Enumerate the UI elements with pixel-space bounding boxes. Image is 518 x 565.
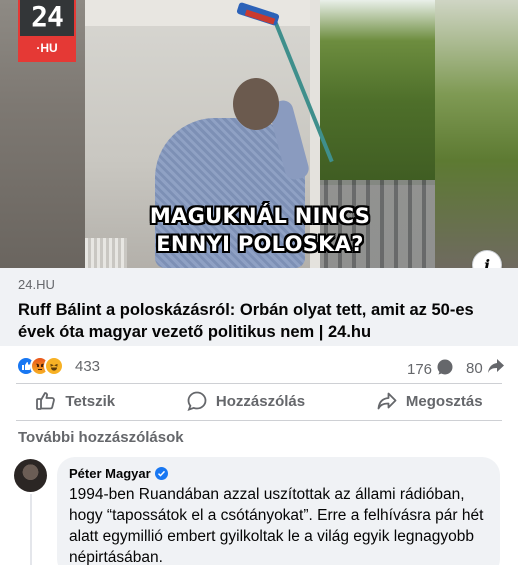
share-count-value: 80 <box>466 359 483 377</box>
like-button[interactable]: Tetszik <box>15 384 135 418</box>
reaction-icons[interactable] <box>16 356 64 376</box>
haha-icon <box>44 356 64 376</box>
reaction-count[interactable]: 433 <box>75 358 100 375</box>
link-headline[interactable]: Ruff Bálint a poloskázásról: Orbán olyat… <box>18 299 500 343</box>
comment-button-label: Hozzászólás <box>215 392 306 410</box>
share-arrow-icon <box>487 358 505 378</box>
comment-icon <box>186 390 208 412</box>
avatar[interactable] <box>14 459 47 492</box>
share-icon <box>376 390 398 412</box>
comment-author-name[interactable]: Péter Magyar <box>69 465 151 482</box>
share-button-label: Megosztás <box>405 392 483 410</box>
comment-bubble-icon <box>436 358 454 380</box>
video-caption-line1: MAGUKNÁL NINCS <box>149 204 371 228</box>
video-caption-line2: ENNYI POLOSKA? <box>156 232 364 256</box>
image-blur-right <box>432 0 518 268</box>
verified-badge-icon <box>154 467 168 480</box>
link-meta[interactable]: 24.HU Ruff Bálint a poloskázásról: Orbán… <box>0 268 518 346</box>
comment-count-value: 176 <box>407 360 433 378</box>
like-button-label: Tetszik <box>65 392 116 410</box>
more-comments-link[interactable]: További hozzászólások <box>18 429 184 446</box>
action-bar: Tetszik Hozzászólás Megosztás <box>0 384 518 418</box>
logo-suffix: ·HU <box>18 36 76 60</box>
comment-bubble: Péter Magyar 1994-ben Ruandában azzal us… <box>57 457 500 565</box>
logo-number: 24 <box>31 0 64 33</box>
comment-count[interactable]: 176 <box>407 358 454 380</box>
thread-line <box>30 494 32 565</box>
share-count[interactable]: 80 <box>466 358 505 378</box>
comment-text: 1994-ben Ruandában azzal uszítottak az á… <box>69 486 484 565</box>
publisher-logo: 24 ·HU <box>18 0 76 62</box>
comment-author[interactable]: Péter Magyar <box>69 465 488 482</box>
link-domain: 24.HU <box>18 277 55 292</box>
window-view <box>317 0 435 185</box>
reactions-summary: 433 176 80 <box>0 352 518 380</box>
share-button[interactable]: Megosztás <box>356 384 503 418</box>
link-preview-image[interactable]: MAGUKNÁL NINCS ENNYI POLOSKA? 24 ·HU <box>0 0 518 268</box>
thumbs-up-icon <box>35 390 57 412</box>
comment-button[interactable]: Hozzászólás <box>166 384 325 418</box>
divider-bottom <box>16 420 502 421</box>
